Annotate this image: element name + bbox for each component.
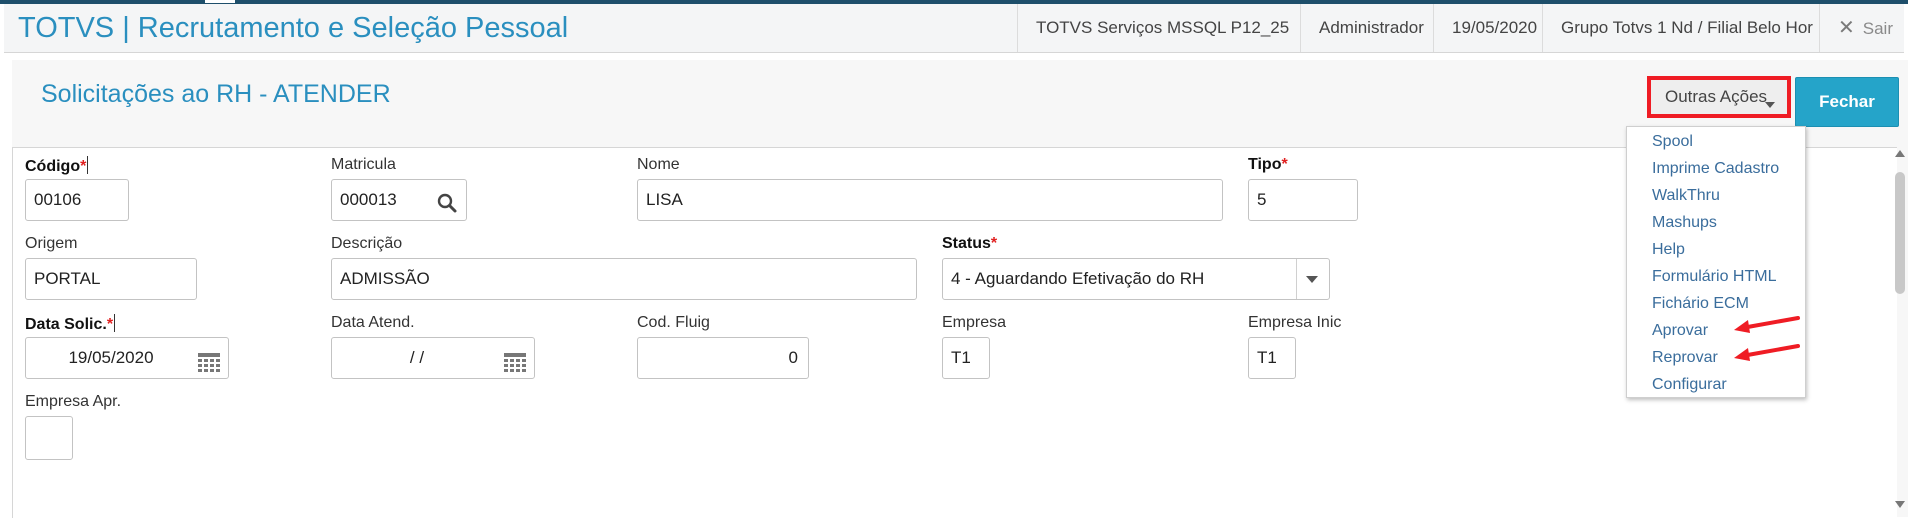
- exit-button[interactable]: ✕ Sair: [1819, 4, 1893, 52]
- date-info: 19/05/2020: [1433, 4, 1555, 52]
- empresa-apr-label: Empresa Apr.: [25, 393, 122, 410]
- menu-item-formulario-html[interactable]: Formulário HTML: [1652, 268, 1776, 286]
- matricula-label: Matricula: [331, 156, 396, 173]
- scroll-down-icon[interactable]: [1895, 501, 1905, 508]
- data-solic-field[interactable]: 19/05/2020: [25, 337, 229, 379]
- status-label: Status*: [942, 235, 998, 252]
- tipo-field[interactable]: 5: [1248, 179, 1358, 221]
- chevron-down-icon: [1765, 102, 1775, 108]
- cod-fluig-label: Cod. Fluig: [637, 314, 710, 331]
- matricula-field[interactable]: 000013: [331, 179, 467, 221]
- exit-label: Sair: [1862, 19, 1893, 38]
- app-title: TOTVS | Recrutamento e Seleção Pessoal: [18, 12, 569, 44]
- origem-label: Origem: [25, 235, 78, 252]
- nome-field[interactable]: LISA: [637, 179, 1223, 221]
- empresa-inic-label: Empresa Inic: [1248, 314, 1342, 331]
- menu-item-help[interactable]: Help: [1652, 241, 1685, 259]
- empresa-field[interactable]: T1: [942, 337, 990, 379]
- menu-item-mashups[interactable]: Mashups: [1652, 214, 1717, 232]
- form-panel: Código* 00106 Matricula 000013 Nome LISA…: [12, 147, 1897, 518]
- status-select[interactable]: 4 - Aguardando Efetivação do RH: [942, 258, 1330, 300]
- descricao-label: Descrição: [331, 235, 403, 252]
- cod-fluig-field[interactable]: 0: [637, 337, 809, 379]
- search-icon[interactable]: [436, 189, 458, 220]
- tipo-label: Tipo*: [1248, 156, 1288, 173]
- codigo-label: Código*: [25, 156, 89, 175]
- red-arrow-annotation: [1734, 344, 1800, 361]
- close-button[interactable]: Fechar: [1795, 77, 1899, 127]
- codigo-field[interactable]: 00106: [25, 179, 129, 221]
- data-atend-label: Data Atend.: [331, 314, 415, 331]
- app-header: TOTVS | Recrutamento e Seleção Pessoal T…: [4, 4, 1904, 53]
- menu-item-configurar[interactable]: Configurar: [1652, 376, 1727, 394]
- menu-item-reprovar[interactable]: Reprovar: [1652, 349, 1718, 367]
- empresa-label: Empresa: [942, 314, 1007, 331]
- close-icon: ✕: [1838, 17, 1855, 39]
- main-content: Solicitações ao RH - ATENDER Outras Açõe…: [12, 60, 1908, 518]
- empresa-inic-field[interactable]: T1: [1248, 337, 1296, 379]
- menu-item-fichario-ecm[interactable]: Fichário ECM: [1652, 295, 1749, 313]
- branch-info: Grupo Totvs 1 Nd / Filial Belo Hor: [1542, 4, 1831, 52]
- red-arrow-annotation: [1734, 316, 1800, 333]
- scroll-thumb[interactable]: [1895, 172, 1905, 294]
- user-info: Administrador: [1300, 4, 1442, 52]
- page-title: Solicitações ao RH - ATENDER: [41, 80, 391, 108]
- menu-item-walkthru[interactable]: WalkThru: [1652, 187, 1720, 205]
- calendar-icon[interactable]: [504, 348, 526, 378]
- calendar-icon[interactable]: [198, 348, 220, 378]
- vertical-scrollbar[interactable]: [1894, 148, 1906, 510]
- empresa-apr-field[interactable]: [25, 416, 73, 460]
- server-info: TOTVS Serviços MSSQL P12_25: [1017, 4, 1307, 52]
- data-atend-field[interactable]: / /: [331, 337, 535, 379]
- menu-item-aprovar[interactable]: Aprovar: [1652, 322, 1708, 340]
- scroll-up-icon[interactable]: [1895, 150, 1905, 157]
- menu-item-spool[interactable]: Spool: [1652, 133, 1693, 151]
- other-actions-label: Outras Ações: [1665, 87, 1768, 106]
- origem-field[interactable]: PORTAL: [25, 258, 197, 300]
- nome-label: Nome: [637, 156, 680, 173]
- chevron-down-icon[interactable]: [1306, 276, 1318, 283]
- other-actions-button[interactable]: Outras Ações: [1647, 76, 1791, 118]
- data-solic-label: Data Solic.*: [25, 314, 116, 333]
- menu-item-imprime-cadastro[interactable]: Imprime Cadastro: [1652, 160, 1779, 178]
- descricao-field[interactable]: ADMISSÃO: [331, 258, 917, 300]
